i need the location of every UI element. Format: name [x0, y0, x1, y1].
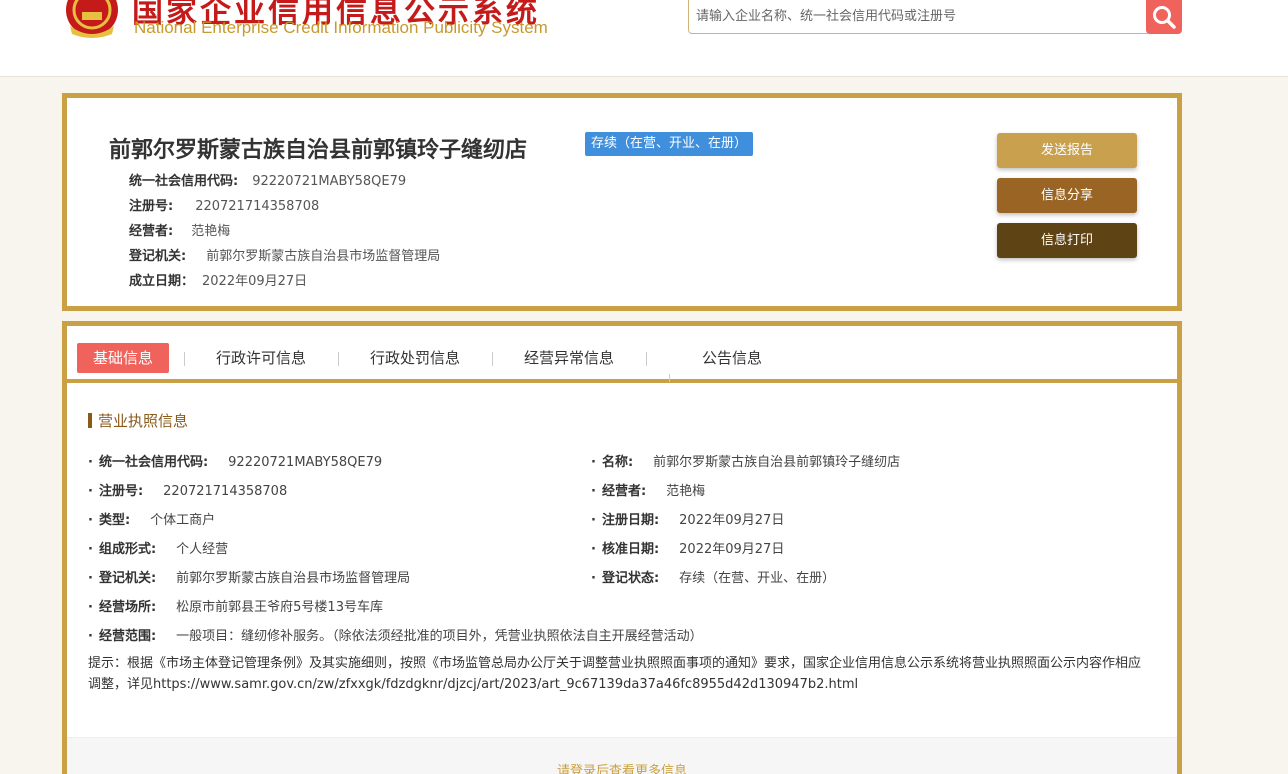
field-value: 前郭尔罗斯蒙古族自治县市场监督管理局 [176, 571, 411, 586]
search-input[interactable] [689, 0, 1147, 33]
field-label: 类型: [98, 513, 131, 528]
license-field-scope: · 经营范围: 一般项目：缝纫修补服务。（除依法须经批准的项目外，凭营业执照依法自主… [88, 629, 703, 644]
send-report-button[interactable]: 发送报告 [997, 133, 1137, 168]
license-field-approval-date: · 核准日期: 2022年09月27日 [591, 542, 785, 557]
tab-admin-penalty[interactable]: 行政处罚信息 [370, 343, 460, 373]
company-name: 前郭尔罗斯蒙古族自治县前郭镇玲子缝纫店 [109, 138, 528, 163]
field-label: 经营者: [129, 224, 174, 239]
field-label: 统一社会信用代码: [129, 174, 239, 189]
field-label: 登记机关: [98, 571, 157, 586]
license-field-premises: · 经营场所: 松原市前郭县王爷府5号楼13号车库 [88, 600, 383, 615]
field-label: 经营范围: [98, 629, 157, 644]
license-field-reg-no: · 注册号: 220721714358708 [88, 484, 288, 499]
tab-basic-info[interactable]: 基础信息 [77, 343, 170, 373]
summary-field-credit-code: 统一社会信用代码: 92220721MABY58QE79 [129, 170, 406, 189]
field-value: 92220721MABY58QE79 [228, 455, 383, 470]
license-field-reg-date: · 注册日期: 2022年09月27日 [591, 513, 785, 528]
field-label: 组成形式: [98, 542, 157, 557]
field-value: 存续（在营、开业、在册） [679, 571, 836, 586]
national-emblem-icon [66, 0, 118, 38]
tab-divider [646, 352, 647, 366]
share-info-button[interactable]: 信息分享 [997, 178, 1137, 213]
license-field-authority: · 登记机关: 前郭尔罗斯蒙古族自治县市场监督管理局 [88, 571, 411, 586]
tab-announcements[interactable]: 公告信息 [702, 343, 762, 373]
field-label: 成立日期： [129, 274, 195, 289]
field-value: 92220721MABY58QE79 [252, 174, 407, 189]
section-title: 营业执照信息 [98, 412, 189, 430]
search-button[interactable] [1146, 0, 1182, 34]
tab-abnormal-operation[interactable]: 经营异常信息 [524, 343, 614, 373]
summary-field-operator: 经营者: 范艳梅 [129, 220, 230, 239]
license-field-credit-code: · 统一社会信用代码: 92220721MABY58QE79 [88, 455, 383, 470]
company-summary-card: 前郭尔罗斯蒙古族自治县前郭镇玲子缝纫店 存续（在营、开业、在册） 统一社会信用代… [62, 93, 1182, 311]
tab-divider [492, 352, 493, 366]
field-value: 一般项目：缝纫修补服务。（除依法须经批准的项目外，凭营业执照依法自主开展经营活动… [176, 629, 703, 644]
field-value: 范艳梅 [191, 224, 231, 239]
license-field-status: · 登记状态: 存续（在营、开业、在册） [591, 571, 836, 586]
print-info-button[interactable]: 信息打印 [997, 223, 1137, 258]
tab-bar: 基础信息 行政许可信息 行政处罚信息 经营异常信息 公告信息 [67, 326, 1177, 383]
field-label: 注册号: [129, 199, 174, 214]
tab-divider [184, 352, 185, 366]
field-value: 个体工商户 [150, 513, 216, 528]
field-label: 经营者: [601, 484, 647, 499]
summary-field-established: 成立日期： 2022年09月27日 [129, 270, 307, 289]
summary-field-authority: 登记机关: 前郭尔罗斯蒙古族自治县市场监督管理局 [129, 245, 440, 264]
field-value: 220721714358708 [163, 484, 288, 499]
license-field-type: · 类型: 个体工商户 [88, 513, 216, 528]
summary-field-reg-no: 注册号: 220721714358708 [129, 195, 319, 214]
field-label: 注册号: [98, 484, 144, 499]
site-header: 国家企业信用信息公示系统 National Enterprise Credit … [0, 0, 1288, 77]
field-value: 前郭尔罗斯蒙古族自治县前郭镇玲子缝纫店 [653, 455, 901, 470]
section-marker [88, 413, 92, 428]
status-badge: 存续（在营、开业、在册） [585, 132, 754, 156]
field-label: 注册日期: [601, 513, 660, 528]
license-field-name: · 名称: 前郭尔罗斯蒙古族自治县前郭镇玲子缝纫店 [591, 455, 901, 470]
field-value: 前郭尔罗斯蒙古族自治县市场监督管理局 [206, 249, 441, 264]
tab-admin-license[interactable]: 行政许可信息 [216, 343, 306, 373]
field-value: 松原市前郭县王爷府5号楼13号车库 [176, 600, 383, 615]
tab-divider [338, 352, 339, 366]
search-box [688, 0, 1148, 34]
notice-text: 提示：根据《市场主体登记管理条例》及其实施细则，按照《市场监管总局办公厅关于调整… [88, 656, 1142, 692]
login-prompt-link[interactable]: 请登录后查看更多信息 [67, 760, 1177, 774]
field-label: 经营场所: [98, 600, 157, 615]
field-value: 个人经营 [176, 542, 229, 557]
login-prompt-bar: 请登录后查看更多信息 [67, 737, 1177, 774]
field-value: 220721714358708 [195, 199, 320, 214]
search-icon [1153, 6, 1176, 29]
detail-card: 基础信息 行政许可信息 行政处罚信息 经营异常信息 公告信息 营业执照信息 · 统… [62, 321, 1182, 774]
field-value: 2022年09月27日 [679, 542, 785, 557]
field-label: 名称: [601, 455, 634, 470]
field-value: 2022年09月27日 [679, 513, 785, 528]
tab-divider [669, 374, 670, 382]
field-value: 2022年09月27日 [202, 274, 308, 289]
license-field-composition: · 组成形式: 个人经营 [88, 542, 229, 557]
site-title-en: National Enterprise Credit Information P… [134, 18, 548, 37]
field-label: 统一社会信用代码: [98, 455, 209, 470]
field-label: 登记机关: [129, 249, 187, 264]
field-label: 核准日期: [601, 542, 660, 557]
field-label: 登记状态: [601, 571, 660, 586]
license-field-operator: · 经营者: 范艳梅 [591, 484, 706, 499]
field-value: 范艳梅 [666, 484, 706, 499]
